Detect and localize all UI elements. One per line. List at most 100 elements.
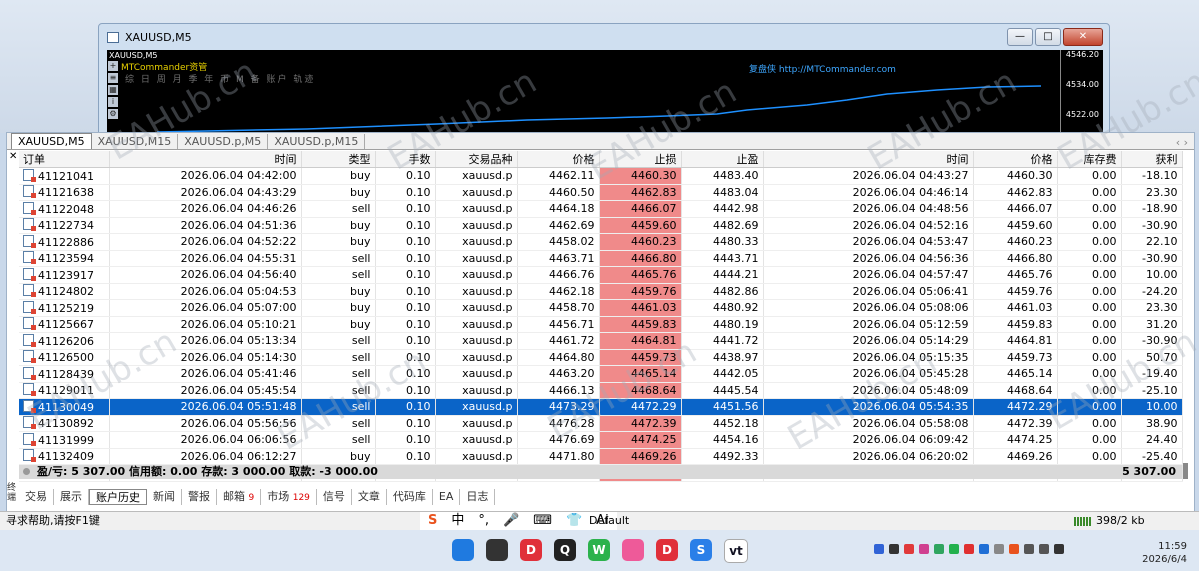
chart-tab[interactable]: XAUUSD.p,M5 xyxy=(178,134,269,149)
app-icon[interactable] xyxy=(622,539,644,561)
table-row[interactable]: 41124802 2026.06.04 05:04:53 buy 0.10 xauusd… xyxy=(19,283,1183,300)
tab-scroll-arrows[interactable]: ‹ › xyxy=(1176,136,1194,149)
table-cell: 4476.69 xyxy=(517,431,600,449)
table-row[interactable]: 41122048 2026.06.04 04:46:26 sell 0.10 xauus… xyxy=(19,200,1183,218)
vt-icon[interactable]: vt xyxy=(724,539,748,563)
table-row[interactable]: 41130892 2026.06.04 05:56:56 sell 0.10 xauus… xyxy=(19,415,1183,432)
table-row[interactable]: 41122734 2026.06.04 04:51:36 buy 0.10 xauusd… xyxy=(19,217,1183,234)
chart-window-titlebar[interactable]: XAUUSD,M5 xyxy=(99,24,1109,50)
table-row[interactable]: 41132409 2026.06.04 06:12:27 buy 0.10 xauusd… xyxy=(19,448,1183,465)
bottom-tab[interactable]: 展示 xyxy=(54,489,89,505)
column-header[interactable]: 时间 xyxy=(109,151,302,168)
column-header[interactable]: 类型 xyxy=(301,151,376,168)
table-cell: 4466.07 xyxy=(599,200,682,218)
table-row[interactable]: 41131999 2026.06.04 06:06:56 sell 0.10 xauus… xyxy=(19,431,1183,449)
column-header[interactable]: 订单 xyxy=(19,151,110,168)
app-icon[interactable] xyxy=(486,539,508,561)
bottom-tab[interactable]: 警报 xyxy=(182,489,217,505)
bottom-tab[interactable]: 文章 xyxy=(352,489,387,505)
table-cell: 4464.81 xyxy=(599,332,682,350)
table-row[interactable]: 41123594 2026.06.04 04:55:31 sell 0.10 xauus… xyxy=(19,250,1183,267)
bottom-tab[interactable]: 日志 xyxy=(460,489,496,505)
ime-toolbar[interactable]: S 中 °, 🎤 ⌨ 👕 Aі xyxy=(420,512,617,530)
table-cell: 0.00 xyxy=(1057,349,1122,366)
column-header[interactable]: 价格 xyxy=(973,151,1058,168)
windows-start-icon[interactable] xyxy=(452,539,474,561)
app-icon[interactable]: D xyxy=(520,539,542,561)
order-cell: 41125219 xyxy=(19,299,110,317)
table-row[interactable]: 41122886 2026.06.04 04:52:22 buy 0.10 xauusd… xyxy=(19,233,1183,251)
table-row[interactable]: 41125667 2026.06.04 05:10:21 buy 0.10 xauusd… xyxy=(19,316,1183,333)
skin-icon[interactable]: 👕 xyxy=(566,512,582,530)
tray-icon[interactable] xyxy=(964,544,974,554)
app-icon[interactable]: D xyxy=(656,539,678,561)
qq-icon[interactable]: Q xyxy=(554,539,576,561)
close-button[interactable]: ✕ xyxy=(1063,28,1103,46)
bottom-tab[interactable]: 代码库 xyxy=(387,489,433,505)
chart-window[interactable]: XAUUSD,M5 — □ ✕ XAUUSD,M5 MTCommander资管 … xyxy=(98,23,1110,135)
column-header[interactable]: 价格 xyxy=(517,151,600,168)
bottom-tab[interactable]: 账户历史 xyxy=(89,489,147,505)
tray-icon[interactable] xyxy=(874,544,884,554)
bottom-tab[interactable]: EA xyxy=(433,489,461,505)
battery-icon[interactable] xyxy=(1054,544,1064,554)
table-cell: 4444.21 xyxy=(681,266,764,284)
chart-tab[interactable]: XAUUSD,M15 xyxy=(92,134,179,149)
price-chart[interactable]: XAUUSD,M5 MTCommander资管 综 日 周 月 季 年 币 M … xyxy=(107,50,1103,134)
minimize-button[interactable]: — xyxy=(1007,28,1033,46)
sogou-icon[interactable]: S xyxy=(428,512,437,530)
column-header[interactable]: 时间 xyxy=(763,151,974,168)
bottom-tab[interactable]: 邮箱 9 xyxy=(217,489,262,505)
table-row[interactable]: 41126206 2026.06.04 05:13:34 sell 0.10 xauus… xyxy=(19,332,1183,350)
scrollbar[interactable] xyxy=(1183,463,1188,479)
table-row[interactable]: 41126500 2026.06.04 05:14:30 sell 0.10 xauus… xyxy=(19,349,1183,366)
column-header[interactable]: 交易品种 xyxy=(435,151,518,168)
table-row[interactable]: 41129011 2026.06.04 05:45:54 sell 0.10 xauus… xyxy=(19,382,1183,399)
tray-icon[interactable] xyxy=(919,544,929,554)
column-header[interactable]: 获利 xyxy=(1121,151,1183,168)
bottom-tab[interactable]: 交易 xyxy=(19,489,54,505)
column-header[interactable]: 手数 xyxy=(375,151,436,168)
tray-icon[interactable] xyxy=(904,544,914,554)
app-icon[interactable]: S xyxy=(690,539,712,561)
chart-window-title: XAUUSD,M5 xyxy=(125,30,192,44)
clock[interactable]: 11:59 2026/6/4 xyxy=(1142,540,1187,566)
microphone-icon[interactable]: 🎤 xyxy=(503,512,519,530)
input-mode-icon[interactable]: 中 xyxy=(451,512,464,530)
table-row[interactable]: 41121638 2026.06.04 04:43:29 buy 0.10 xauusd… xyxy=(19,184,1183,201)
column-header[interactable]: 库存费 xyxy=(1057,151,1122,168)
table-row[interactable]: 41123917 2026.06.04 04:56:40 sell 0.10 xauus… xyxy=(19,266,1183,284)
bottom-tab[interactable]: 信号 xyxy=(317,489,352,505)
table-cell: 4483.04 xyxy=(681,184,764,201)
order-id: 41130049 xyxy=(38,400,94,414)
bottom-tab[interactable]: 市场 129 xyxy=(261,489,317,505)
bluetooth-icon[interactable] xyxy=(979,544,989,554)
column-header[interactable]: 止损 xyxy=(599,151,682,168)
chart-tab[interactable]: XAUUSD,M5 xyxy=(11,133,92,149)
table-row[interactable]: 41121041 2026.06.04 04:42:00 buy 0.10 xauusd… xyxy=(19,167,1183,185)
display-icon[interactable] xyxy=(1024,544,1034,554)
chart-tab[interactable]: XAUUSD.p,M15 xyxy=(268,134,366,149)
bottom-tab[interactable]: 新闻 xyxy=(147,489,182,505)
tray-icon[interactable] xyxy=(889,544,899,554)
volume-icon[interactable] xyxy=(1039,544,1049,554)
column-header[interactable]: 止盈 xyxy=(681,151,764,168)
table-row[interactable]: 41130049 2026.06.04 05:51:48 sell 0.10 xauus… xyxy=(19,398,1183,416)
table-cell: 0.00 xyxy=(1057,167,1122,185)
tray-icon[interactable] xyxy=(994,544,1004,554)
close-panel-icon[interactable]: ✕ xyxy=(9,151,17,162)
table-row[interactable]: 41128439 2026.06.04 05:41:46 sell 0.10 xauus… xyxy=(19,365,1183,383)
order-cell: 41131999 xyxy=(19,431,110,449)
equity-curve xyxy=(156,85,1042,133)
chart-tabs: XAUUSD,M5 XAUUSD,M15 XAUUSD.p,M5 XAUUSD.… xyxy=(7,133,1194,150)
table-row[interactable]: 41125219 2026.06.04 05:07:00 buy 0.10 xauusd… xyxy=(19,299,1183,317)
keyboard-icon[interactable]: ⌨ xyxy=(533,512,552,530)
table-cell: 2026.06.04 05:56:56 xyxy=(109,415,302,432)
sogou-tray-icon[interactable] xyxy=(1009,544,1019,554)
wechat-icon[interactable]: W xyxy=(588,539,610,561)
punctuation-icon[interactable]: °, xyxy=(478,512,489,530)
tray-icon[interactable] xyxy=(934,544,944,554)
tray-icon[interactable] xyxy=(949,544,959,554)
table-cell: xauusd.p xyxy=(435,266,518,284)
maximize-button[interactable]: □ xyxy=(1035,28,1061,46)
